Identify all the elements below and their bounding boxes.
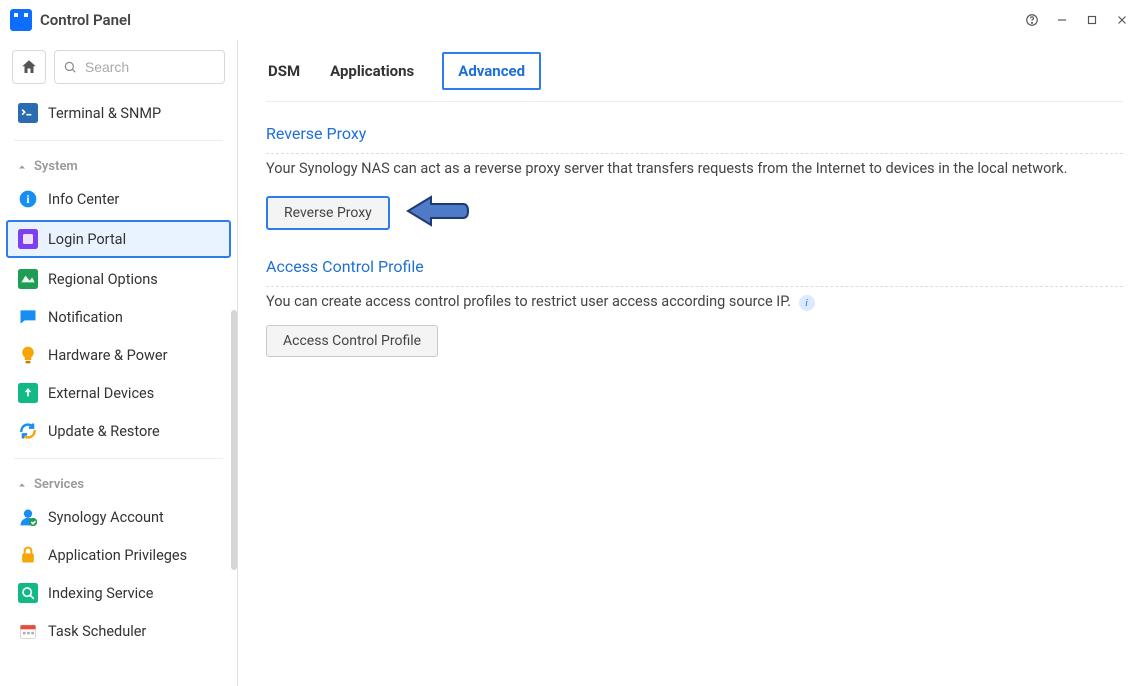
sidebar-item-regional-options[interactable]: Regional Options <box>0 260 237 298</box>
divider <box>14 458 223 459</box>
access-control-profile-button[interactable]: Access Control Profile <box>266 325 438 357</box>
scrollbar-thumb[interactable] <box>231 310 237 570</box>
globe-icon <box>18 269 38 289</box>
refresh-icon <box>18 421 38 441</box>
sidebar-item-label: Update & Restore <box>48 423 160 440</box>
search-service-icon <box>18 583 38 603</box>
sidebar-item-indexing-service[interactable]: Indexing Service <box>0 574 237 612</box>
tab-applications[interactable]: Applications <box>328 56 416 86</box>
close-button[interactable] <box>1107 5 1137 35</box>
chevron-up-icon <box>16 161 28 173</box>
section-label: System <box>34 159 78 174</box>
sidebar-item-label: Application Privileges <box>48 547 187 564</box>
sidebar-item-synology-account[interactable]: Synology Account <box>0 498 237 536</box>
sidebar-item-label: Indexing Service <box>48 585 153 602</box>
sidebar-item-task-scheduler[interactable]: Task Scheduler <box>0 612 237 650</box>
user-icon <box>18 507 38 527</box>
sidebar-item-label: Synology Account <box>48 509 164 526</box>
reverse-proxy-button[interactable]: Reverse Proxy <box>266 196 390 230</box>
upload-icon <box>18 383 38 403</box>
titlebar: Control Panel <box>0 0 1147 40</box>
chat-icon <box>18 307 38 327</box>
sidebar-item-hardware-power[interactable]: Hardware & Power <box>0 336 237 374</box>
sidebar: Terminal & SNMP System i Info Center Log… <box>0 40 238 686</box>
sidebar-item-label: Terminal & SNMP <box>48 105 161 122</box>
sidebar-item-label: Regional Options <box>48 271 158 288</box>
section-label: Services <box>34 477 84 492</box>
sidebar-item-login-portal[interactable]: Login Portal <box>6 220 231 258</box>
sidebar-item-label: Task Scheduler <box>48 623 146 640</box>
section-title-reverse-proxy: Reverse Proxy <box>266 124 1123 154</box>
lock-icon <box>18 545 38 565</box>
chevron-up-icon <box>16 479 28 491</box>
info-icon: i <box>18 189 38 209</box>
acp-desc-text: You can create access control profiles t… <box>266 293 791 310</box>
tab-advanced[interactable]: Advanced <box>442 52 541 90</box>
home-button[interactable] <box>12 50 46 84</box>
divider <box>14 140 223 141</box>
section-title-acp: Access Control Profile <box>266 257 1123 287</box>
sidebar-item-label: External Devices <box>48 385 154 402</box>
calendar-icon <box>18 621 38 641</box>
portal-icon <box>18 229 38 249</box>
sidebar-item-notification[interactable]: Notification <box>0 298 237 336</box>
sidebar-item-label: Notification <box>48 309 123 326</box>
tab-dsm[interactable]: DSM <box>266 56 302 86</box>
section-desc-reverse-proxy: Your Synology NAS can act as a reverse p… <box>266 160 1123 177</box>
search-input-wrap[interactable] <box>54 50 225 84</box>
main-content: DSM Applications Advanced Reverse Proxy … <box>238 40 1147 686</box>
sidebar-section-system[interactable]: System <box>0 149 237 180</box>
window-title: Control Panel <box>40 11 131 29</box>
minimize-button[interactable] <box>1047 5 1077 35</box>
sidebar-item-terminal-snmp[interactable]: Terminal & SNMP <box>0 94 237 132</box>
help-button[interactable] <box>1017 5 1047 35</box>
maximize-button[interactable] <box>1077 5 1107 35</box>
info-icon[interactable]: i <box>799 295 815 311</box>
sidebar-section-services[interactable]: Services <box>0 467 237 498</box>
sidebar-item-update-restore[interactable]: Update & Restore <box>0 412 237 450</box>
section-desc-acp: You can create access control profiles t… <box>266 293 1123 311</box>
sidebar-item-application-privileges[interactable]: Application Privileges <box>0 536 237 574</box>
sidebar-item-label: Info Center <box>48 191 119 208</box>
terminal-icon <box>18 103 38 123</box>
app-icon <box>10 9 32 31</box>
sidebar-item-info-center[interactable]: i Info Center <box>0 180 237 218</box>
sidebar-item-label: Login Portal <box>48 231 126 248</box>
sidebar-item-label: Hardware & Power <box>48 347 167 364</box>
bulb-icon <box>18 345 38 365</box>
search-input[interactable] <box>83 58 216 76</box>
sidebar-item-external-devices[interactable]: External Devices <box>0 374 237 412</box>
arrow-annotation-icon <box>403 191 473 235</box>
tabs: DSM Applications Advanced <box>266 40 1123 102</box>
